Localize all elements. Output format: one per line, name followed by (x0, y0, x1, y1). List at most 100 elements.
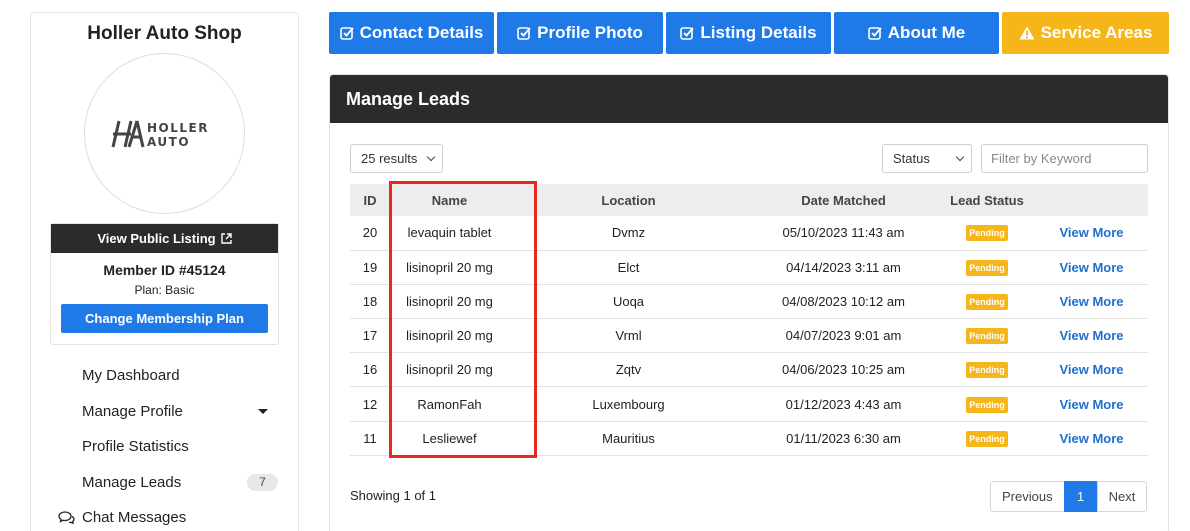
cell-id: 17 (350, 318, 390, 354)
view-more-link[interactable]: View More (1059, 225, 1123, 240)
table-row: 12 RamonFah Luxembourg 01/12/2023 4:43 a… (350, 386, 1148, 422)
cell-action: View More (1035, 216, 1148, 251)
cell-name: levaquin tablet (390, 216, 509, 251)
leads-table: ID Name Location Date Matched Lead Statu… (350, 184, 1148, 456)
cell-action: View More (1035, 284, 1148, 320)
status-badge: Pending (966, 362, 1008, 379)
cell-id: 18 (350, 284, 390, 320)
tab-label: Service Areas (1040, 23, 1153, 42)
member-box: View Public Listing Member ID #45124 Pla… (50, 223, 279, 345)
cell-location: Zqtv (509, 352, 748, 388)
sidebar-item-label: My Dashboard (82, 367, 180, 385)
next-page-button[interactable]: Next (1096, 481, 1148, 512)
sidebar: Holler Auto Shop HOLLER AUTO View Public… (30, 12, 299, 531)
sidebar-item-profile-statistics[interactable]: Profile Statistics (31, 429, 298, 465)
sidebar-item-label: Profile Statistics (82, 438, 189, 456)
column-header-date-matched[interactable]: Date Matched (748, 184, 939, 216)
sidebar-item-label: Manage Profile (82, 402, 183, 420)
cell-location: Uoqa (509, 284, 748, 320)
cell-id: 12 (350, 386, 390, 422)
status-select[interactable]: Status (882, 144, 972, 173)
member-id: Member ID #45124 (103, 262, 226, 278)
view-more-link[interactable]: View More (1059, 397, 1123, 412)
results-per-page-select[interactable]: 25 results (350, 144, 443, 173)
caret-down-icon (258, 408, 268, 414)
logo-text-holler: HOLLER (147, 121, 209, 135)
column-header-id[interactable]: ID (350, 184, 390, 216)
cell-action: View More (1035, 421, 1148, 456)
cell-location: Elct (509, 250, 748, 285)
column-header-location[interactable]: Location (509, 184, 748, 216)
tab-label: Contact Details (359, 23, 484, 42)
cell-id: 19 (350, 250, 390, 285)
sidebar-item-label: Chat Messages (82, 509, 187, 527)
check-square-icon (680, 27, 695, 40)
holler-auto-logo: HOLLER AUTO (111, 120, 209, 149)
tab-label: About Me (887, 23, 966, 42)
tab-contact-details[interactable]: Contact Details (329, 12, 494, 54)
view-more-link[interactable]: View More (1059, 260, 1123, 275)
cell-id: 20 (350, 216, 390, 251)
cell-status: Pending (939, 284, 1035, 320)
cell-status: Pending (939, 250, 1035, 285)
cell-action: View More (1035, 386, 1148, 422)
cell-date: 04/07/2023 9:01 am (748, 318, 939, 354)
showing-count: Showing 1 of 1 (350, 488, 437, 503)
change-membership-plan-button[interactable]: Change Membership Plan (61, 304, 268, 333)
view-more-link[interactable]: View More (1059, 362, 1123, 377)
page-1-button[interactable]: 1 (1063, 481, 1098, 512)
column-header-actions (1035, 184, 1148, 216)
chat-icon (58, 511, 75, 524)
sidebar-item-my-dashboard[interactable]: My Dashboard (31, 358, 298, 394)
status-badge: Pending (966, 259, 1008, 276)
external-link-icon (220, 233, 232, 244)
tab-about-me[interactable]: About Me (834, 12, 999, 54)
plan-label: Plan: Basic (134, 283, 195, 297)
manage-leads-panel: Manage Leads 25 results Status ID Name L… (329, 74, 1169, 531)
column-header-name[interactable]: Name (390, 184, 509, 216)
table-row: 19 lisinopril 20 mg Elct 04/14/2023 3:11… (350, 250, 1148, 285)
tab-label: Listing Details (700, 23, 817, 42)
cell-date: 01/11/2023 6:30 am (748, 421, 939, 456)
cell-location: Mauritius (509, 421, 748, 456)
view-more-link[interactable]: View More (1059, 431, 1123, 446)
table-row: 18 lisinopril 20 mg Uoqa 04/08/2023 10:1… (350, 284, 1148, 320)
check-square-icon (517, 27, 531, 40)
table-row: 16 lisinopril 20 mg Zqtv 04/06/2023 10:2… (350, 352, 1148, 388)
table-row: 20 levaquin tablet Dvmz 05/10/2023 11:43… (350, 216, 1148, 251)
sidebar-item-manage-leads[interactable]: Manage Leads 7 (31, 465, 298, 501)
view-public-listing-button[interactable]: View Public Listing (51, 224, 278, 253)
status-badge: Pending (966, 396, 1008, 413)
previous-page-button[interactable]: Previous (990, 481, 1065, 512)
cell-date: 01/12/2023 4:43 am (748, 386, 939, 422)
cell-location: Luxembourg (509, 386, 748, 422)
cell-date: 04/06/2023 10:25 am (748, 352, 939, 388)
tab-listing-details[interactable]: Listing Details (666, 12, 831, 54)
cell-name: Lesliewef (390, 421, 509, 456)
cell-status: Pending (939, 216, 1035, 251)
avatar: HOLLER AUTO (84, 53, 245, 214)
tab-profile-photo[interactable]: Profile Photo (497, 12, 663, 54)
cell-status: Pending (939, 352, 1035, 388)
cell-status: Pending (939, 318, 1035, 354)
cell-status: Pending (939, 386, 1035, 422)
chevron-down-icon (426, 152, 436, 162)
sidebar-item-manage-profile[interactable]: Manage Profile (31, 394, 298, 430)
status-badge: Pending (966, 293, 1008, 310)
cell-id: 11 (350, 421, 390, 456)
tab-service-areas[interactable]: Service Areas (1002, 12, 1169, 54)
tab-label: Profile Photo (537, 23, 643, 42)
cell-date: 04/14/2023 3:11 am (748, 250, 939, 285)
view-more-link[interactable]: View More (1059, 294, 1123, 309)
column-header-lead-status[interactable]: Lead Status (939, 184, 1035, 216)
cell-location: Vrml (509, 318, 748, 354)
logo-text-auto: AUTO (147, 135, 190, 149)
cell-name: lisinopril 20 mg (390, 318, 509, 354)
status-select-value: Status (893, 151, 930, 166)
check-square-icon (867, 27, 882, 40)
sidebar-item-chat-messages[interactable]: Chat Messages (31, 500, 298, 531)
keyword-filter-input[interactable] (981, 144, 1148, 173)
view-more-link[interactable]: View More (1059, 328, 1123, 343)
check-square-icon (339, 27, 354, 40)
leads-count-badge: 7 (247, 473, 278, 491)
